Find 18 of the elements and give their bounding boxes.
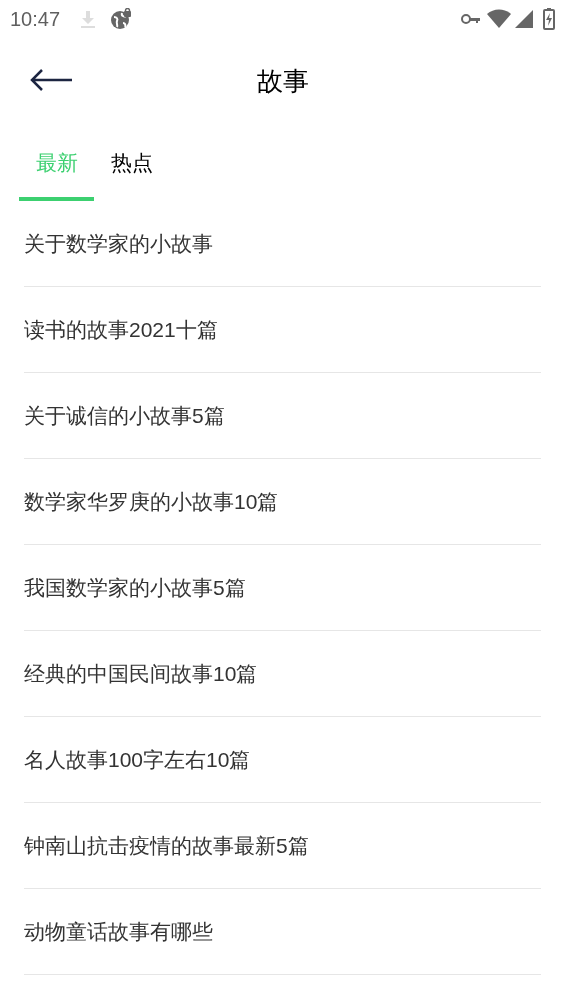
list-item[interactable]: 我国数学家的小故事5篇: [24, 571, 246, 604]
wifi-icon: [487, 9, 511, 29]
list-item[interactable]: 名人故事100字左右10篇: [24, 743, 251, 776]
list-item[interactable]: 读书的故事2021十篇: [24, 313, 218, 346]
status-time: 10:47: [10, 7, 61, 32]
signal-icon: [515, 10, 533, 28]
list-item[interactable]: 钟南山抗击疫情的故事最新5篇: [24, 829, 309, 862]
download-icon: [80, 9, 97, 29]
list-item[interactable]: 经典的中国民间故事10篇: [24, 657, 258, 690]
key-icon: [461, 13, 481, 25]
list-item[interactable]: 关于诚信的小故事5篇: [24, 399, 225, 432]
list-item[interactable]: 关于数学家的小故事: [24, 227, 213, 260]
page-title: 故事: [256, 64, 309, 98]
tab[interactable]: 热点: [94, 124, 169, 201]
list-item[interactable]: 动物童话故事有哪些: [24, 915, 213, 948]
list-item[interactable]: 数学家华罗庚的小故事10篇: [24, 485, 279, 518]
battery-charging-icon: [543, 8, 555, 30]
globe-lock-icon: [110, 8, 133, 30]
